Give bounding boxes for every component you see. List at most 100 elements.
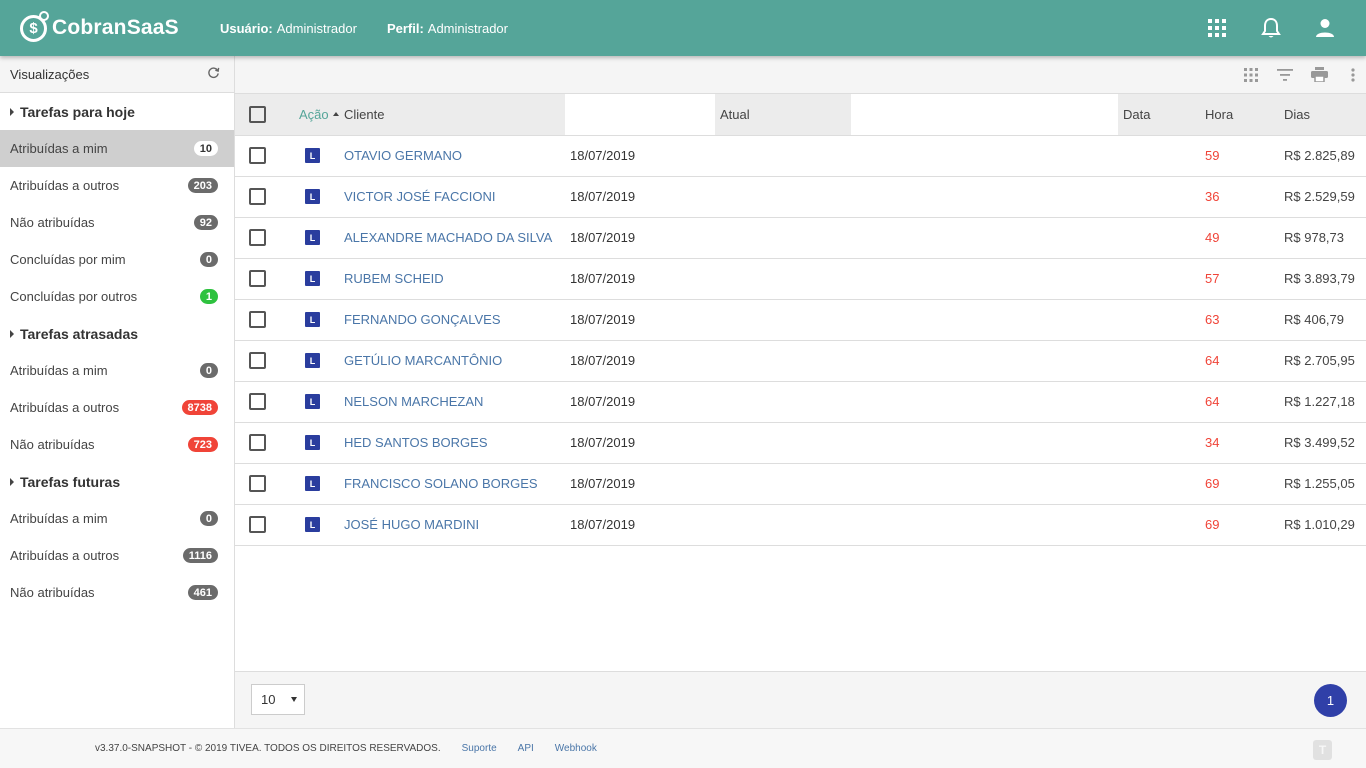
header-hora[interactable]: Hora xyxy=(1202,94,1281,136)
cliente-link[interactable]: RUBEM SCHEID xyxy=(344,271,444,286)
row-checkbox[interactable] xyxy=(249,434,266,451)
sidebar-item-overdue-mine[interactable]: Atribuídas a mim 0 xyxy=(0,352,234,389)
row-checkbox[interactable] xyxy=(249,311,266,328)
cell-empty xyxy=(851,299,1118,341)
cell-empty xyxy=(851,422,1118,464)
action-type-badge[interactable]: L xyxy=(305,189,320,204)
table-row[interactable]: L JOSÉ HUGO MARDINI 18/07/2019 69 R$ 1.010,2… xyxy=(235,504,1366,546)
table-toolbar xyxy=(235,56,1366,94)
header-atual-label: Atual xyxy=(720,106,750,122)
cliente-link[interactable]: FRANCISCO SOLANO BORGES xyxy=(344,476,538,491)
days-overdue-value: 69 xyxy=(1205,476,1220,491)
cell-date: 18/07/2019 xyxy=(565,217,715,259)
select-all-checkbox[interactable] xyxy=(249,105,266,123)
app-logo[interactable]: $ CobranSaaS xyxy=(20,10,220,42)
table-row[interactable]: L NELSON MARCHEZAN 18/07/2019 64 R$ 1.227,18 xyxy=(235,381,1366,423)
api-link[interactable]: API xyxy=(518,743,534,754)
cell-cliente: GETÚLIO MARCANTÔNIO xyxy=(344,340,565,382)
action-type-badge[interactable]: L xyxy=(305,435,320,450)
date-value: 18/07/2019 xyxy=(570,394,636,409)
sidebar-item-future-mine[interactable]: Atribuídas a mim 0 xyxy=(0,500,234,537)
row-checkbox[interactable] xyxy=(249,516,266,533)
table-row[interactable]: L VICTOR JOSÉ FACCIONI 18/07/2019 36 R$ 2.52… xyxy=(235,176,1366,218)
sidebar-item-label: Atribuídas a outros xyxy=(10,178,120,193)
sidebar-item-today-done-mine[interactable]: Concluídas por mim 0 xyxy=(0,241,234,278)
group-label: Tarefas futuras xyxy=(20,473,121,490)
sidebar-item-future-others[interactable]: Atribuídas a outros 1116 xyxy=(0,537,234,574)
row-checkbox[interactable] xyxy=(249,393,266,410)
print-icon[interactable] xyxy=(1310,66,1328,84)
refresh-icon[interactable] xyxy=(207,66,220,82)
sidebar-item-future-unassigned[interactable]: Não atribuídas 461 xyxy=(0,574,234,611)
filter-icon[interactable] xyxy=(1276,66,1294,84)
sidebar-item-today-mine[interactable]: Atribuídas a mim 10 xyxy=(0,130,234,167)
table-row[interactable]: L HED SANTOS BORGES 18/07/2019 34 R$ 3.499,5… xyxy=(235,422,1366,464)
row-checkbox[interactable] xyxy=(249,270,266,287)
sidebar-item-overdue-others[interactable]: Atribuídas a outros 8738 xyxy=(0,389,234,426)
page-size-select[interactable]: 10 xyxy=(251,684,305,715)
date-value: 18/07/2019 xyxy=(570,435,636,450)
cell-empty xyxy=(851,135,1118,177)
header-cliente[interactable]: Cliente xyxy=(344,94,565,136)
action-type-badge[interactable]: L xyxy=(305,312,320,327)
cliente-link[interactable]: VICTOR JOSÉ FACCIONI xyxy=(344,189,495,204)
header-dias[interactable]: Dias xyxy=(1281,94,1366,136)
header-spacer xyxy=(851,94,1118,136)
action-type-badge[interactable]: L xyxy=(305,517,320,532)
cell-empty xyxy=(715,176,851,218)
cliente-link[interactable]: HED SANTOS BORGES xyxy=(344,435,488,450)
cell-date: 18/07/2019 xyxy=(565,299,715,341)
row-checkbox[interactable] xyxy=(249,188,266,205)
apps-grid-icon[interactable] xyxy=(1206,17,1228,39)
cell-empty xyxy=(715,504,851,546)
row-checkbox[interactable] xyxy=(249,229,266,246)
row-checkbox[interactable] xyxy=(249,352,266,369)
action-type-badge[interactable]: L xyxy=(305,148,320,163)
user-icon[interactable] xyxy=(1314,17,1336,39)
header-atual[interactable]: Atual xyxy=(715,94,851,136)
grid-view-icon[interactable] xyxy=(1242,66,1260,84)
cliente-link[interactable]: NELSON MARCHEZAN xyxy=(344,394,483,409)
more-vert-icon[interactable] xyxy=(1344,66,1362,84)
action-type-badge[interactable]: L xyxy=(305,230,320,245)
support-link[interactable]: Suporte xyxy=(462,743,497,754)
cliente-link[interactable]: ALEXANDRE MACHADO DA SILVA xyxy=(344,230,552,245)
sidebar-group-overdue[interactable]: Tarefas atrasadas xyxy=(0,315,234,352)
page-button-current[interactable]: 1 xyxy=(1314,684,1347,717)
action-type-badge[interactable]: L xyxy=(305,476,320,491)
cell-days: 59 xyxy=(1202,135,1281,177)
sidebar-group-today[interactable]: Tarefas para hoje xyxy=(0,93,234,130)
action-type-badge[interactable]: L xyxy=(305,394,320,409)
header-data[interactable]: Data xyxy=(1118,94,1202,136)
cliente-link[interactable]: JOSÉ HUGO MARDINI xyxy=(344,517,479,532)
row-checkbox[interactable] xyxy=(249,475,266,492)
sidebar-group-future[interactable]: Tarefas futuras xyxy=(0,463,234,500)
table-row[interactable]: L RUBEM SCHEID 18/07/2019 57 R$ 3.893,79 xyxy=(235,258,1366,300)
table-row[interactable]: L FRANCISCO SOLANO BORGES 18/07/2019 69 R$ 1… xyxy=(235,463,1366,505)
action-type-badge[interactable]: L xyxy=(305,353,320,368)
table-row[interactable]: L GETÚLIO MARCANTÔNIO 18/07/2019 64 R$ 2.705… xyxy=(235,340,1366,382)
cliente-link[interactable]: OTAVIO GERMANO xyxy=(344,148,462,163)
sidebar-title: Visualizações xyxy=(10,66,90,82)
action-type-badge[interactable]: L xyxy=(305,271,320,286)
sidebar-item-today-others[interactable]: Atribuídas a outros 203 xyxy=(0,167,234,204)
date-value: 18/07/2019 xyxy=(570,312,636,327)
bell-icon[interactable] xyxy=(1260,17,1282,39)
sidebar-item-today-done-others[interactable]: Concluídas por outros 1 xyxy=(0,278,234,315)
cell-amount: R$ 406,79 xyxy=(1281,299,1366,341)
cell-days: 64 xyxy=(1202,381,1281,423)
date-value: 18/07/2019 xyxy=(570,148,636,163)
table-row[interactable]: L FERNANDO GONÇALVES 18/07/2019 63 R$ 406,79 xyxy=(235,299,1366,341)
cell-empty xyxy=(715,422,851,464)
header-acao[interactable]: Ação xyxy=(299,94,344,136)
row-checkbox[interactable] xyxy=(249,147,266,164)
cliente-link[interactable]: GETÚLIO MARCANTÔNIO xyxy=(344,353,502,368)
table-row[interactable]: L ALEXANDRE MACHADO DA SILVA 18/07/2019 49 R… xyxy=(235,217,1366,259)
sidebar-item-today-unassigned[interactable]: Não atribuídas 92 xyxy=(0,204,234,241)
table-row[interactable]: L OTAVIO GERMANO 18/07/2019 59 R$ 2.825,89 xyxy=(235,135,1366,177)
sidebar-item-overdue-unassigned[interactable]: Não atribuídas 723 xyxy=(0,426,234,463)
webhook-link[interactable]: Webhook xyxy=(555,743,597,754)
count-badge: 0 xyxy=(199,363,218,378)
cliente-link[interactable]: FERNANDO GONÇALVES xyxy=(344,312,501,327)
table-header-row: Ação Cliente Atual Data Hora Dias xyxy=(235,94,1366,136)
